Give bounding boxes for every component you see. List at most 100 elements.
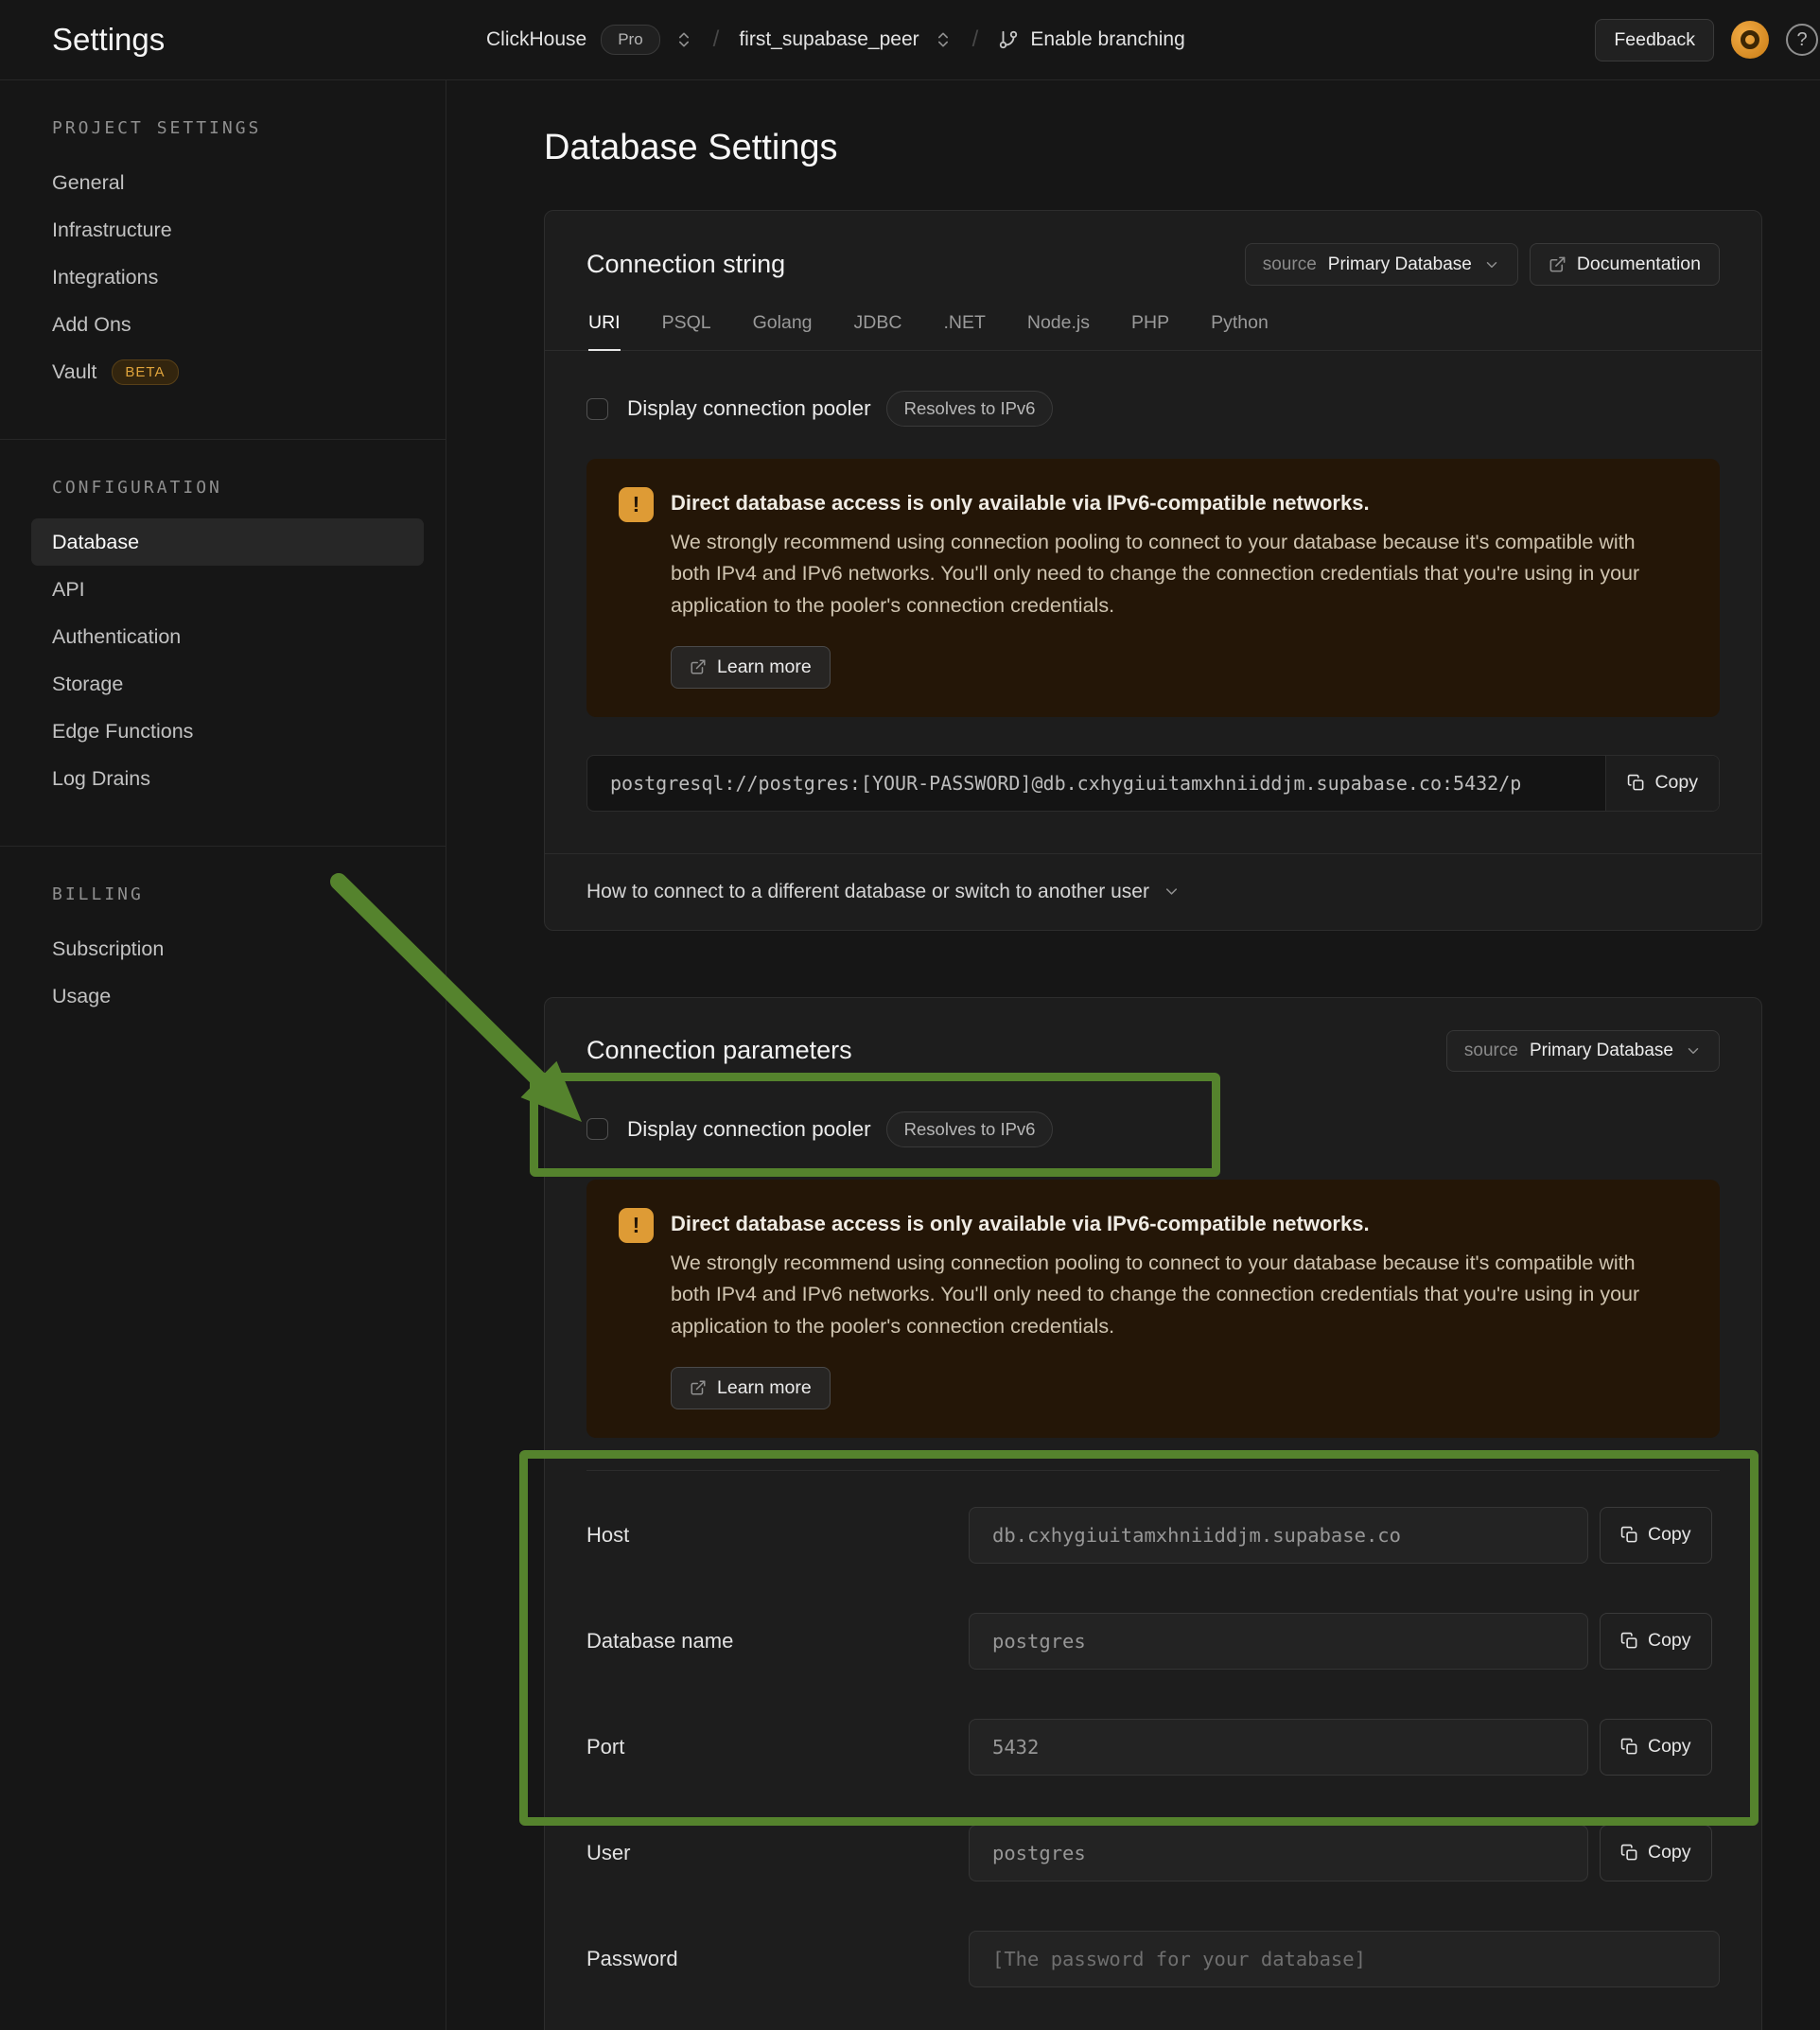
chevrons-up-down-icon[interactable] (674, 30, 693, 49)
breadcrumb-project[interactable]: first_supabase_peer (739, 28, 919, 51)
connection-parameters-fields: Host db.cxhygiuitamxhniiddjm.supabase.co… (586, 1470, 1720, 2030)
sidebar-section-title: PROJECT SETTINGS (0, 118, 446, 138)
documentation-label: Documentation (1577, 254, 1701, 275)
git-branch-icon (998, 29, 1019, 50)
connect-help-link[interactable]: How to connect to a different database o… (545, 853, 1761, 930)
sidebar-item-label: Database (52, 531, 139, 554)
learn-more-button[interactable]: Learn more (671, 646, 831, 689)
help-icon[interactable]: ? (1786, 24, 1818, 56)
copy-user-button[interactable]: Copy (1600, 1825, 1712, 1881)
documentation-button[interactable]: Documentation (1530, 243, 1720, 286)
param-row-host: Host db.cxhygiuitamxhniiddjm.supabase.co… (586, 1482, 1720, 1588)
password-value-field[interactable]: [The password for your database] (969, 1931, 1720, 1987)
source-select-label: source (1263, 254, 1317, 275)
ipv6-warning-body: We strongly recommend using connection p… (671, 527, 1664, 621)
copy-port-button[interactable]: Copy (1600, 1719, 1712, 1776)
breadcrumb-separator: / (708, 26, 726, 53)
feedback-button[interactable]: Feedback (1595, 19, 1714, 61)
user-avatar[interactable] (1731, 21, 1769, 59)
chevron-down-icon (1685, 1042, 1702, 1059)
sidebar-item-usage[interactable]: Usage (31, 972, 424, 1020)
page-title: Database Settings (544, 128, 1762, 168)
tab-dotnet[interactable]: .NET (943, 312, 985, 350)
tab-jdbc[interactable]: JDBC (854, 312, 902, 350)
copy-uri-button[interactable]: Copy (1605, 756, 1719, 811)
sidebar-item-edge-functions[interactable]: Edge Functions (31, 708, 424, 755)
chevron-down-icon (1483, 256, 1500, 273)
copy-label: Copy (1654, 772, 1698, 794)
param-row-database-name: Database name postgres Copy (586, 1588, 1720, 1694)
tab-nodejs[interactable]: Node.js (1027, 312, 1090, 350)
ipv6-warning-body: We strongly recommend using connection p… (671, 1248, 1664, 1342)
sidebar-section-configuration: CONFIGURATION Database API Authenticatio… (0, 439, 446, 846)
copy-icon (1620, 1738, 1638, 1756)
sidebar-item-label: Add Ons (52, 313, 131, 337)
connection-string-card: Connection string source Primary Databas… (544, 210, 1762, 931)
breadcrumb-org[interactable]: ClickHouse (486, 28, 586, 51)
sidebar-item-subscription[interactable]: Subscription (31, 925, 424, 972)
breadcrumb-separator: / (967, 26, 985, 53)
ipv6-warning-panel: ! Direct database access is only availab… (586, 459, 1720, 717)
sidebar-item-integrations[interactable]: Integrations (31, 254, 424, 301)
learn-more-label: Learn more (717, 1377, 812, 1399)
host-value-field[interactable]: db.cxhygiuitamxhniiddjm.supabase.co (969, 1507, 1588, 1564)
sidebar-item-database[interactable]: Database (31, 518, 424, 566)
source-select[interactable]: source Primary Database (1446, 1030, 1720, 1072)
enable-branching-label: Enable branching (1030, 28, 1184, 51)
source-select[interactable]: source Primary Database (1245, 243, 1518, 286)
tab-golang[interactable]: Golang (753, 312, 813, 350)
sidebar-item-add-ons[interactable]: Add Ons (31, 301, 424, 348)
port-value-field[interactable]: 5432 (969, 1719, 1588, 1776)
sidebar-item-infrastructure[interactable]: Infrastructure (31, 206, 424, 254)
tab-uri[interactable]: URI (588, 312, 621, 351)
beta-badge: BETA (112, 359, 178, 385)
sidebar-item-vault[interactable]: Vault BETA (31, 348, 424, 395)
sidebar-item-log-drains[interactable]: Log Drains (31, 755, 424, 802)
resolves-to-ipv6-badge: Resolves to IPv6 (886, 391, 1054, 427)
param-row-port: Port 5432 Copy (586, 1694, 1720, 1800)
params-highlighted-fields: Host db.cxhygiuitamxhniiddjm.supabase.co… (586, 1482, 1720, 1800)
copy-icon (1620, 1632, 1638, 1650)
sidebar-section-title: CONFIGURATION (0, 478, 446, 498)
sidebar-item-api[interactable]: API (31, 566, 424, 613)
sidebar-item-label: API (52, 578, 85, 602)
connection-uri-value[interactable]: postgresql://postgres:[YOUR-PASSWORD]@db… (587, 756, 1605, 811)
sidebar-item-label: Log Drains (52, 767, 150, 791)
database-name-value-field[interactable]: postgres (969, 1613, 1588, 1670)
param-label: Host (586, 1523, 969, 1548)
chevron-down-icon (1163, 883, 1181, 901)
tab-psql[interactable]: PSQL (662, 312, 711, 350)
tab-python[interactable]: Python (1211, 312, 1269, 350)
sidebar-item-label: Authentication (52, 625, 181, 649)
sidebar-item-label: Infrastructure (52, 219, 172, 242)
sidebar-item-label: Usage (52, 985, 111, 1008)
page-header-title: Settings (0, 22, 446, 58)
enable-branching-button[interactable]: Enable branching (998, 28, 1184, 51)
copy-host-button[interactable]: Copy (1600, 1507, 1712, 1564)
display-connection-pooler-checkbox[interactable] (586, 1118, 608, 1140)
breadcrumb: ClickHouse Pro / first_supabase_peer / E… (446, 25, 1185, 55)
topbar-right: Feedback ? (1595, 19, 1807, 61)
tab-php[interactable]: PHP (1131, 312, 1169, 350)
source-select-label: source (1464, 1041, 1518, 1061)
sidebar-section-title: BILLING (0, 884, 446, 904)
learn-more-button[interactable]: Learn more (671, 1367, 831, 1409)
copy-database-name-button[interactable]: Copy (1600, 1613, 1712, 1670)
learn-more-label: Learn more (717, 656, 812, 678)
copy-label: Copy (1648, 1842, 1691, 1864)
copy-label: Copy (1648, 1524, 1691, 1546)
feedback-label: Feedback (1614, 29, 1695, 51)
ipv6-warning-panel: ! Direct database access is only availab… (586, 1180, 1720, 1438)
chevrons-up-down-icon[interactable] (934, 30, 953, 49)
params-pooler-row: Display connection pooler Resolves to IP… (586, 1111, 1053, 1147)
sidebar-section-project-settings: PROJECT SETTINGS General Infrastructure … (0, 80, 446, 439)
connect-help-label: How to connect to a different database o… (586, 881, 1149, 903)
sidebar-item-general[interactable]: General (31, 159, 424, 206)
display-connection-pooler-checkbox[interactable] (586, 398, 608, 420)
main-content: Database Settings Connection string sour… (446, 80, 1820, 2030)
user-value-field[interactable]: postgres (969, 1825, 1588, 1881)
sidebar-item-storage[interactable]: Storage (31, 660, 424, 708)
ipv6-warning-title: Direct database access is only available… (671, 487, 1664, 516)
sidebar-item-authentication[interactable]: Authentication (31, 613, 424, 660)
sidebar-item-label: Integrations (52, 266, 158, 289)
